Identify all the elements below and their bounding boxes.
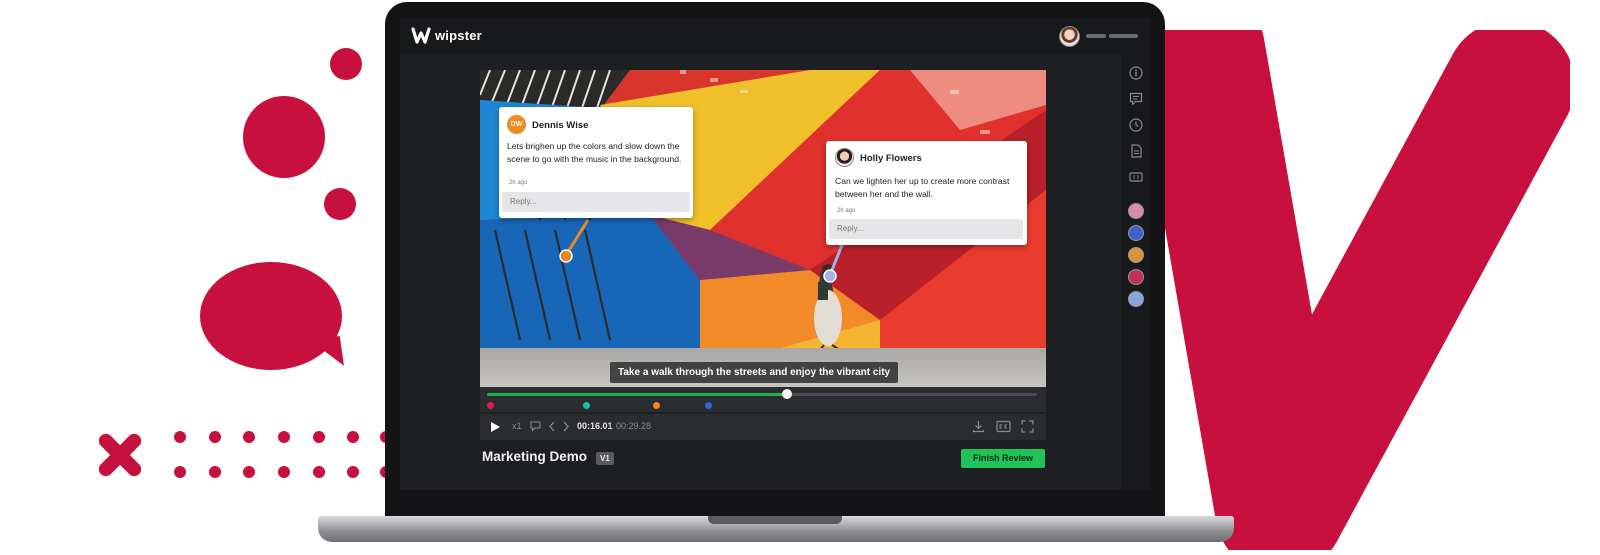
previous-frame-icon[interactable] (548, 421, 556, 432)
document-icon[interactable] (1129, 144, 1143, 158)
decorative-dot (324, 188, 356, 220)
play-icon[interactable] (490, 421, 501, 433)
comment-card[interactable]: DW Dennis Wise Lets brighen up the color… (499, 107, 693, 218)
reviewer-avatar[interactable] (1128, 291, 1144, 307)
comment-marker[interactable] (704, 402, 712, 409)
comment-text: Lets brighen up the colors and slow down… (507, 141, 682, 164)
player-controls: x1 00:16.01 / 00:29.28 (480, 414, 1046, 440)
reviewer-avatar[interactable] (1128, 203, 1144, 219)
wipster-logo[interactable]: wipster (411, 27, 482, 44)
video-player[interactable]: Take a walk through the streets and enjo… (480, 70, 1046, 387)
comment-text: Can we lighten her up to create more con… (835, 176, 1010, 199)
reply-input[interactable]: Reply... (502, 192, 690, 212)
comment-author-avatar (835, 148, 854, 167)
version-badge[interactable]: V1 (596, 452, 614, 465)
captions-icon[interactable] (1129, 170, 1143, 184)
playback-speed[interactable]: x1 (512, 421, 522, 431)
closed-captions-icon[interactable] (996, 420, 1011, 433)
comment-author-name: Dennis Wise (532, 120, 589, 131)
project-title: Marketing Demo (482, 449, 588, 464)
reviewer-avatar[interactable] (1128, 269, 1144, 285)
time-separator: / (609, 421, 612, 431)
user-name-placeholder (1086, 34, 1106, 38)
reviewer-avatar[interactable] (1128, 225, 1144, 241)
decorative-speech-bubble-tail (310, 336, 344, 370)
comment-toggle-icon[interactable] (530, 421, 541, 432)
comment-author-name: Holly Flowers (860, 153, 922, 164)
user-avatar[interactable] (1059, 26, 1080, 47)
decorative-dot (330, 48, 362, 80)
wipster-logo-icon (411, 27, 431, 44)
info-icon[interactable] (1129, 66, 1143, 80)
comments-icon[interactable] (1129, 92, 1143, 106)
comment-marker[interactable] (583, 402, 591, 409)
app-screen: wipster Take a walk through the streets … (400, 18, 1150, 490)
progress-track[interactable] (487, 389, 1037, 399)
history-icon[interactable] (1129, 118, 1143, 132)
decorative-w-logo (1135, 30, 1570, 550)
right-sidebar (1121, 54, 1150, 490)
comment-marker[interactable] (487, 402, 495, 409)
next-frame-icon[interactable] (562, 421, 570, 432)
laptop-notch (708, 516, 842, 524)
video-caption: Take a walk through the streets and enjo… (610, 362, 899, 383)
download-icon[interactable] (972, 420, 985, 433)
top-bar: wipster (400, 18, 1150, 54)
comment-marker[interactable] (653, 402, 661, 409)
user-menu-placeholder (1109, 34, 1138, 38)
fullscreen-icon[interactable] (1021, 420, 1034, 433)
finish-review-button[interactable]: Finish Review (961, 449, 1045, 468)
comment-author-initials: DW (507, 115, 526, 134)
comment-card[interactable]: Holly Flowers Can we lighten her up to c… (826, 141, 1027, 245)
playhead-handle[interactable] (781, 389, 792, 399)
logo-text: wipster (435, 28, 482, 43)
decorative-x-mark (95, 430, 145, 480)
current-time: 00:16.01 (577, 421, 613, 431)
total-time: 00:29.28 (616, 421, 652, 431)
comment-timestamp: 2h ago (837, 208, 856, 214)
comment-timestamp: 2h ago (509, 180, 528, 186)
reply-input[interactable]: Reply... (829, 219, 1023, 239)
reviewer-avatar[interactable] (1128, 247, 1144, 263)
progress-fill (487, 393, 787, 396)
timeline[interactable] (480, 387, 1046, 412)
decorative-dot (243, 96, 325, 178)
